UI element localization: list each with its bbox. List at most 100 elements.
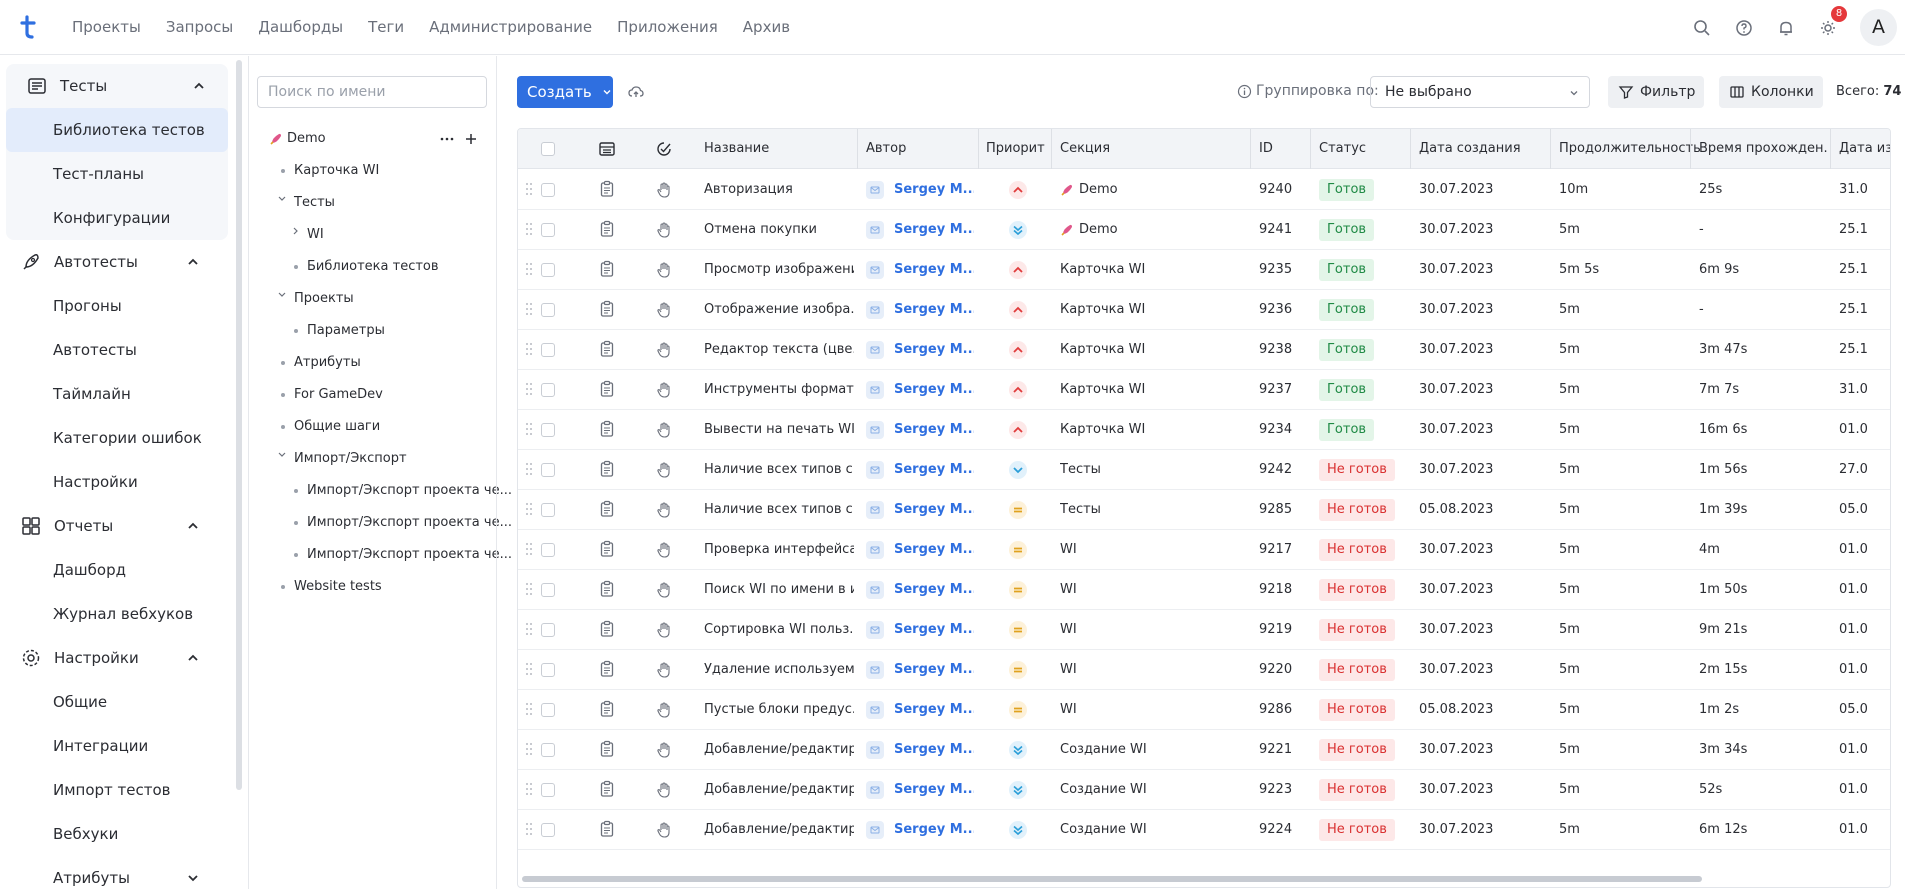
upload-icon[interactable] (627, 83, 645, 101)
author-name[interactable]: Sergey M... (894, 490, 974, 530)
sidebar-item-webhooks[interactable]: Вебхуки (6, 812, 228, 856)
sidebar-item-dashboard[interactable]: Дашборд (6, 548, 228, 592)
column-header-priority[interactable]: Приорит... (986, 129, 1046, 169)
test-type-header-icon[interactable] (598, 140, 616, 158)
table-row[interactable]: Наличие всех типов с... Sergey M... Тесты 9… (518, 490, 1890, 530)
column-header-created[interactable]: Дата создания (1419, 129, 1521, 169)
column-header-id[interactable]: ID (1259, 129, 1273, 169)
table-row[interactable]: Отмена покупки Sergey M... Demo 9241 Готов 30… (518, 210, 1890, 250)
table-row[interactable]: Просмотр изображения Sergey M... Карточка … (518, 250, 1890, 290)
test-name[interactable]: Поиск WI по имени в и... (704, 570, 854, 610)
table-row[interactable]: Добавление/редактир... Sergey M... Создани… (518, 810, 1890, 850)
sidebar-item-error-categories[interactable]: Категории ошибок (6, 416, 228, 460)
test-name[interactable]: Добавление/редактир... (704, 770, 854, 810)
section-name[interactable]: Создание WI (1060, 770, 1240, 810)
column-header-section[interactable]: Секция (1060, 129, 1110, 169)
section-name[interactable]: Карточка WI (1060, 410, 1240, 450)
filter-button[interactable]: Фильтр (1608, 76, 1704, 108)
drag-handle-icon[interactable] (525, 222, 533, 236)
test-name[interactable]: Наличие всех типов с... (704, 490, 854, 530)
sidebar-item-test-library[interactable]: Библиотека тестов (6, 108, 228, 152)
author-name[interactable]: Sergey M... (894, 330, 974, 370)
row-checkbox[interactable] (541, 463, 555, 477)
tree-node-website-tests[interactable]: Website tests (294, 579, 382, 594)
author-name[interactable]: Sergey M... (894, 810, 974, 850)
topnav-projects[interactable]: Проекты (72, 18, 141, 36)
sidebar-scrollbar[interactable] (234, 56, 244, 889)
row-checkbox[interactable] (541, 823, 555, 837)
author-name[interactable]: Sergey M... (894, 610, 974, 650)
drag-handle-icon[interactable] (525, 662, 533, 676)
chevron-right-icon[interactable] (292, 226, 300, 236)
author-name[interactable]: Sergey M... (894, 730, 974, 770)
author-name[interactable]: Sergey M... (894, 410, 974, 450)
row-checkbox[interactable] (541, 263, 555, 277)
drag-handle-icon[interactable] (525, 702, 533, 716)
column-separator[interactable] (1310, 129, 1311, 169)
drag-handle-icon[interactable] (525, 422, 533, 436)
chevron-down-icon[interactable] (277, 195, 287, 203)
author-name[interactable]: Sergey M... (894, 530, 974, 570)
table-row[interactable]: Инструменты формат... Sergey M... Карточка… (518, 370, 1890, 410)
column-header-status[interactable]: Статус (1319, 129, 1366, 169)
section-name[interactable]: WI (1060, 610, 1240, 650)
table-row[interactable]: Удаление используем... Sergey M... WI 9220 Н… (518, 650, 1890, 690)
table-row[interactable]: Сортировка WI польз... Sergey M... WI 9219 Н… (518, 610, 1890, 650)
author-name[interactable]: Sergey M... (894, 690, 974, 730)
chevron-up-icon[interactable] (186, 651, 200, 665)
column-separator[interactable] (1410, 129, 1411, 169)
author-name[interactable]: Sergey M... (894, 250, 974, 290)
chevron-down-icon[interactable] (277, 291, 287, 299)
section-name[interactable]: Demo (1079, 170, 1259, 210)
table-row[interactable]: Вывести на печать WI ... Sergey M... Карто… (518, 410, 1890, 450)
section-name[interactable]: Создание WI (1060, 810, 1240, 850)
section-name[interactable]: Demo (1079, 210, 1259, 250)
row-checkbox[interactable] (541, 783, 555, 797)
row-checkbox[interactable] (541, 663, 555, 677)
author-name[interactable]: Sergey M... (894, 770, 974, 810)
sidebar-item-runs[interactable]: Прогоны (6, 284, 228, 328)
row-checkbox[interactable] (541, 383, 555, 397)
bell-icon[interactable] (1776, 18, 1796, 38)
row-checkbox[interactable] (541, 703, 555, 717)
column-header-author[interactable]: Автор (866, 129, 906, 169)
row-checkbox[interactable] (541, 623, 555, 637)
sidebar-item-timeline[interactable]: Таймлайн (6, 372, 228, 416)
table-row[interactable]: Пустые блоки предус... Sergey M... WI 9286 Н… (518, 690, 1890, 730)
sidebar-item-test-plans[interactable]: Тест-планы (6, 152, 228, 196)
tree-node-projects[interactable]: Проекты (294, 291, 354, 306)
tree-node-import-export-project-2[interactable]: Импорт/Экспорт проекта че... (307, 515, 512, 530)
column-separator[interactable] (857, 129, 858, 169)
row-checkbox[interactable] (541, 343, 555, 357)
section-name[interactable]: WI (1060, 530, 1240, 570)
sidebar-item-configurations[interactable]: Конфигурации (6, 196, 228, 240)
tree-node-common-steps[interactable]: Общие шаги (294, 419, 380, 434)
test-name[interactable]: Просмотр изображения (704, 250, 854, 290)
tree-node-attributes[interactable]: Атрибуты (294, 355, 361, 370)
section-name[interactable]: Карточка WI (1060, 290, 1240, 330)
sidebar-item-integrations[interactable]: Интеграции (6, 724, 228, 768)
test-name[interactable]: Отображение изобра... (704, 290, 854, 330)
drag-handle-icon[interactable] (525, 382, 533, 396)
author-name[interactable]: Sergey M... (894, 450, 974, 490)
test-name[interactable]: Удаление используем... (704, 650, 854, 690)
theme-toggle[interactable]: 8 (1818, 5, 1847, 38)
test-name[interactable]: Авторизация (704, 170, 854, 210)
row-checkbox[interactable] (541, 303, 555, 317)
tree-node-for-gamedev[interactable]: For GameDev (294, 387, 383, 402)
table-row[interactable]: Наличие всех типов с... Sergey M... Тесты 9… (518, 450, 1890, 490)
topnav-requests[interactable]: Запросы (166, 18, 233, 36)
topnav-applications[interactable]: Приложения (617, 18, 718, 36)
tree-node-test-library[interactable]: Библиотека тестов (307, 259, 439, 274)
chevron-up-icon[interactable] (192, 79, 206, 93)
section-name[interactable]: WI (1060, 650, 1240, 690)
sidebar-section-header[interactable]: Настройки (0, 636, 234, 680)
table-row[interactable]: Поиск WI по имени в и... Sergey M... WI 921… (518, 570, 1890, 610)
section-name[interactable]: Тесты (1060, 490, 1240, 530)
test-name[interactable]: Проверка интерфейса... (704, 530, 854, 570)
more-options-icon[interactable] (440, 134, 454, 144)
sidebar-item-general[interactable]: Общие (6, 680, 228, 724)
tree-node-import-export[interactable]: Импорт/Экспорт (294, 451, 407, 466)
section-name[interactable]: WI (1060, 570, 1240, 610)
topnav-archive[interactable]: Архив (743, 18, 790, 36)
